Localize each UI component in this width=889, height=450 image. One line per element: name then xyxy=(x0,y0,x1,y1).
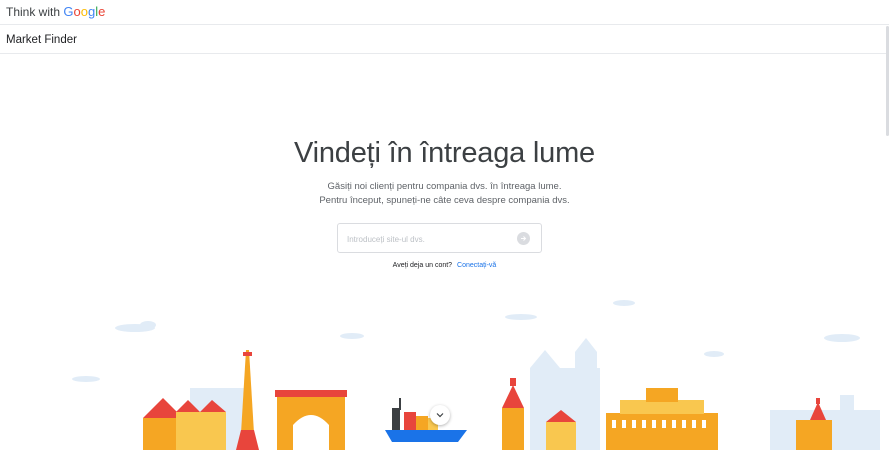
arrow-right-icon xyxy=(521,236,527,241)
subtitle-line-2: Pentru început, spuneți-ne câte ceva des… xyxy=(319,195,570,206)
site-search-box xyxy=(337,223,542,253)
product-bar: Market Finder xyxy=(0,26,889,54)
clouds xyxy=(72,300,860,382)
right-cathedral xyxy=(796,398,832,450)
world-landmarks-illustration xyxy=(72,300,880,450)
top-bar: Think with Google xyxy=(0,0,889,25)
site-url-input[interactable] xyxy=(347,232,512,246)
triumphal-arch xyxy=(275,390,347,450)
cargo-ship xyxy=(385,398,467,442)
page-title: Vindeți în întreaga lume xyxy=(294,137,595,169)
login-question: Aveți deja un cont? xyxy=(392,262,453,269)
subtitle-line-1: Găsiți noi clienți pentru compania dvs. … xyxy=(327,181,562,192)
palace-building xyxy=(606,388,718,450)
think-with-google-logo[interactable]: Think with Google xyxy=(6,4,105,19)
left-town xyxy=(143,398,226,450)
scroll-down-button[interactable] xyxy=(430,405,450,425)
login-link[interactable]: Conectați-vă xyxy=(457,262,496,269)
google-wordmark: Google xyxy=(63,4,106,19)
brand-prefix: Think with xyxy=(6,5,61,19)
product-title[interactable]: Market Finder xyxy=(6,34,77,46)
chevron-down-icon xyxy=(436,413,444,418)
login-prompt: Aveți deja un cont? Conectați-vă xyxy=(0,262,889,269)
submit-site-button[interactable] xyxy=(517,232,530,245)
